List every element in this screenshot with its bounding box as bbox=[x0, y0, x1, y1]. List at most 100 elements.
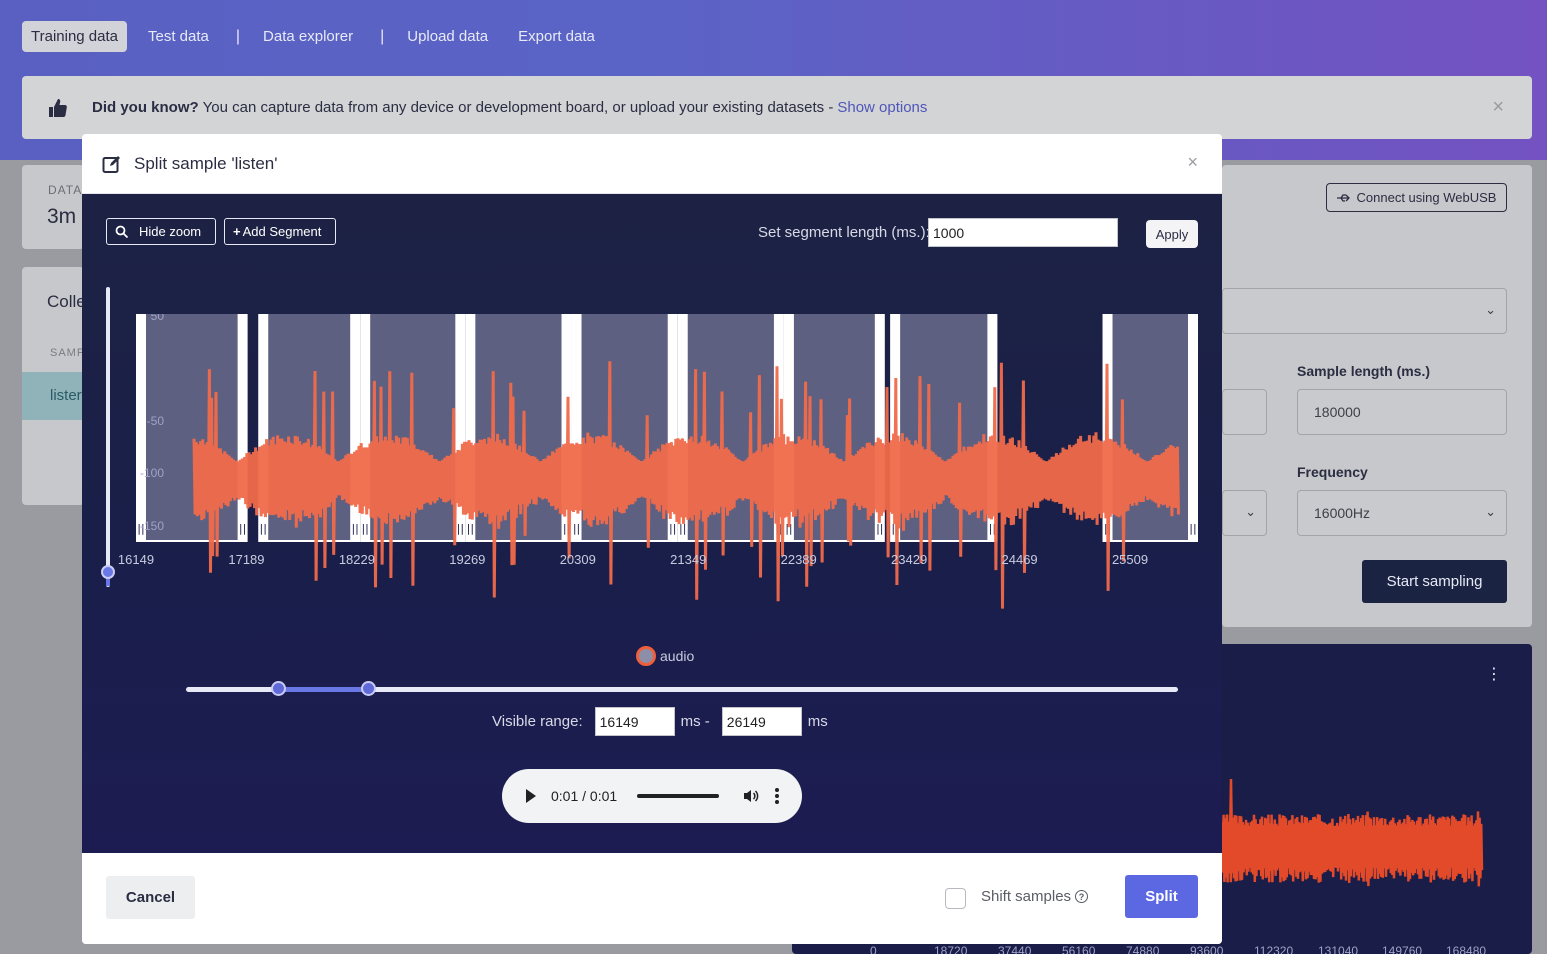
range-slider[interactable] bbox=[186, 687, 1178, 692]
show-options-link[interactable]: Show options bbox=[837, 99, 927, 116]
tip-text: You can capture data from any device or … bbox=[202, 99, 834, 116]
frequency-value: 16000Hz bbox=[1314, 505, 1371, 521]
legend-dot bbox=[636, 646, 656, 666]
visible-range-label: Visible range: bbox=[492, 713, 583, 730]
shift-samples-checkbox[interactable] bbox=[945, 888, 966, 909]
visible-range-row: Visible range: 16149 ms - 26149 ms bbox=[492, 707, 828, 736]
tab-training-data[interactable]: Training data bbox=[22, 21, 127, 52]
raw-waveform-line bbox=[1220, 811, 1484, 887]
raw-data-x-tick: 168480 bbox=[1446, 944, 1487, 954]
usb-icon bbox=[1336, 193, 1350, 202]
shift-samples-text: Shift samples bbox=[981, 888, 1072, 905]
banner-close-icon[interactable]: × bbox=[1492, 96, 1504, 119]
segment-handle: || bbox=[573, 522, 580, 535]
chevron-down-icon: ⌄ bbox=[1485, 302, 1496, 317]
tip-title: Did you know? bbox=[92, 99, 199, 116]
x-tick-label: 16149 bbox=[118, 552, 154, 567]
add-segment-button[interactable]: + Add Segment bbox=[224, 218, 336, 245]
x-tick-label: 22389 bbox=[781, 552, 817, 567]
x-tick-label: 23429 bbox=[891, 552, 927, 567]
modal-footer: Cancel Shift samples ? Split bbox=[82, 853, 1222, 944]
device-select[interactable]: ⌄ bbox=[1222, 288, 1507, 334]
nav-separator: | bbox=[235, 27, 241, 45]
x-tick-label: 17189 bbox=[228, 552, 264, 567]
tab-data-explorer[interactable]: Data explorer bbox=[254, 21, 362, 52]
raw-data-x-tick: 131040 bbox=[1318, 944, 1359, 954]
start-sampling-button[interactable]: Start sampling bbox=[1362, 560, 1507, 603]
segment-handle: || bbox=[351, 522, 358, 535]
ms-label: ms bbox=[807, 713, 828, 730]
close-icon[interactable]: × bbox=[1187, 152, 1198, 173]
frequency-select[interactable]: 16000Hz ⌄ bbox=[1297, 490, 1507, 536]
raw-data-x-tick: 0 bbox=[870, 944, 877, 954]
segment-handle: || bbox=[457, 522, 464, 535]
x-tick-label: 18229 bbox=[339, 552, 375, 567]
tab-test-data[interactable]: Test data bbox=[139, 21, 218, 52]
sensor-select[interactable]: ⌄ bbox=[1222, 490, 1267, 536]
label-input[interactable] bbox=[1222, 389, 1267, 435]
chevron-down-icon: ⌄ bbox=[1245, 504, 1256, 519]
segment-handle: || bbox=[1189, 522, 1196, 535]
segment-length-input[interactable]: 1000 bbox=[928, 218, 1118, 247]
tab-export-data[interactable]: Export data bbox=[509, 21, 604, 52]
sample-length-value: 180000 bbox=[1314, 404, 1361, 420]
raw-data-x-tick: 149760 bbox=[1382, 944, 1423, 954]
x-tick-label: 21349 bbox=[670, 552, 706, 567]
split-sample-modal: Split sample 'listen' × Hide zoom + Add … bbox=[82, 134, 1222, 944]
range-selection bbox=[277, 687, 368, 692]
help-icon[interactable]: ? bbox=[1075, 890, 1089, 903]
hide-zoom-label: Hide zoom bbox=[139, 224, 202, 239]
player-time: 0:01 / 0:01 bbox=[551, 788, 618, 804]
chart-legend[interactable]: audio bbox=[636, 646, 694, 666]
segment-handle: || bbox=[669, 522, 676, 535]
x-tick-label: 25509 bbox=[1112, 552, 1148, 567]
y-tick-label: -100 bbox=[140, 466, 164, 480]
waveform-chart[interactable]: ||||||||||||||||||||||||||||||||||||1005… bbox=[82, 314, 1222, 634]
tip-banner: Did you know? You can capture data from … bbox=[22, 76, 1532, 139]
hide-zoom-button[interactable]: Hide zoom bbox=[106, 218, 216, 245]
modal-body: Hide zoom + Add Segment Set segment leng… bbox=[82, 194, 1222, 853]
stat-value: 3m bbox=[47, 205, 77, 228]
split-button[interactable]: Split bbox=[1125, 875, 1198, 918]
visible-range-start-input[interactable]: 16149 bbox=[594, 707, 675, 736]
collected-title: Colle bbox=[47, 292, 86, 311]
tab-upload-data[interactable]: Upload data bbox=[398, 21, 497, 52]
x-tick-label: 24469 bbox=[1002, 552, 1038, 567]
play-icon[interactable] bbox=[526, 789, 536, 803]
legend-label: audio bbox=[660, 648, 695, 664]
range-end-handle[interactable] bbox=[360, 681, 376, 696]
raw-data-x-tick: 112320 bbox=[1254, 944, 1294, 954]
modal-title: Split sample 'listen' bbox=[134, 153, 278, 173]
sample-length-input[interactable]: 180000 bbox=[1297, 389, 1507, 435]
thumbs-up-icon bbox=[49, 98, 67, 117]
search-icon bbox=[115, 225, 129, 238]
nav-separator: | bbox=[380, 27, 385, 45]
segment-length-label: Set segment length (ms.): bbox=[758, 224, 930, 241]
raw-data-x-tick: 18720 bbox=[934, 944, 968, 954]
sample-row[interactable]: lister bbox=[22, 372, 84, 420]
plus-icon: + bbox=[233, 224, 241, 239]
edit-icon bbox=[102, 155, 120, 173]
connect-webusb-button[interactable]: Connect using WebUSB bbox=[1326, 183, 1507, 212]
segment-handle: || bbox=[260, 522, 267, 535]
raw-waveform-spike bbox=[1228, 778, 1234, 845]
cancel-button[interactable]: Cancel bbox=[106, 876, 195, 919]
shift-samples-label: Shift samples ? bbox=[981, 888, 1089, 905]
add-segment-label: Add Segment bbox=[242, 224, 322, 239]
segment-handle: || bbox=[467, 522, 474, 535]
stat-label: DATA bbox=[48, 183, 83, 197]
y-tick-label: -50 bbox=[147, 414, 165, 428]
volume-icon[interactable] bbox=[743, 788, 759, 804]
y-tick-label: 50 bbox=[151, 314, 165, 323]
raw-data-x-tick: 37440 bbox=[998, 944, 1032, 954]
range-start-handle[interactable] bbox=[270, 681, 286, 696]
sample-column-header: SAMP bbox=[50, 347, 86, 359]
sample-length-label: Sample length (ms.) bbox=[1297, 363, 1431, 379]
apply-button[interactable]: Apply bbox=[1146, 220, 1198, 248]
segment-handle: || bbox=[361, 522, 368, 535]
visible-range-end-input[interactable]: 26149 bbox=[721, 707, 802, 736]
audio-player: 0:01 / 0:01 bbox=[502, 769, 802, 823]
more-options-icon[interactable] bbox=[775, 788, 780, 804]
segment-handle: || bbox=[876, 522, 883, 535]
seek-bar[interactable] bbox=[637, 794, 720, 798]
